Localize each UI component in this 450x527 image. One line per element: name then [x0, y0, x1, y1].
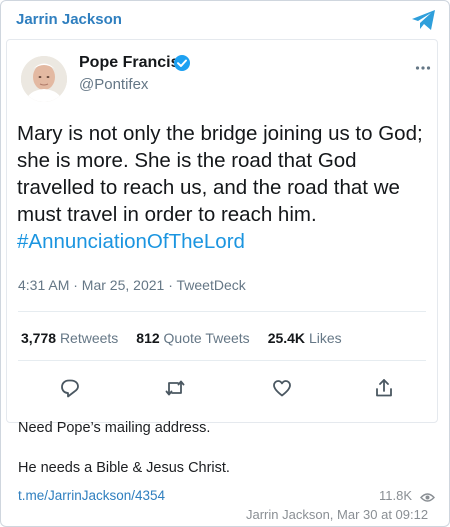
tweet-text: Mary is not only the bridge joining us t…: [17, 120, 429, 255]
quotes-label: Quote Tweets: [163, 330, 250, 346]
post-text-line-1: Need Pope’s mailing address.: [18, 420, 211, 436]
divider: [18, 311, 426, 312]
more-icon[interactable]: [415, 58, 431, 70]
tweet-stats: 3,778 Retweets 812 Quote Tweets 25.4K Like…: [21, 330, 342, 346]
verified-icon: [173, 54, 191, 72]
likes-count: 25.4K: [267, 330, 306, 346]
quotes-count: 812: [136, 330, 160, 346]
retweets-stat[interactable]: 3,778 Retweets: [21, 330, 118, 346]
divider: [18, 360, 426, 361]
post-link[interactable]: t.me/JarrinJackson/4354: [18, 488, 165, 503]
retweets-label: Retweets: [59, 330, 119, 346]
author-handle[interactable]: @Pontifex: [79, 76, 148, 93]
tweet-body: Mary is not only the bridge joining us t…: [17, 122, 423, 226]
telegram-icon[interactable]: [411, 9, 437, 31]
tweet-timestamp[interactable]: 4:31 AM · Mar 25, 2021 · TweetDeck: [18, 277, 246, 293]
views-count: 11.8K: [379, 488, 413, 503]
retweet-icon[interactable]: [164, 377, 186, 399]
avatar[interactable]: [21, 56, 67, 102]
likes-label: Likes: [308, 330, 342, 346]
retweets-count: 3,778: [21, 330, 57, 346]
telegram-post: Jarrin Jackson Pope Francis @Pontifex Ma…: [0, 0, 450, 527]
likes-stat[interactable]: 25.4K Likes: [268, 330, 342, 346]
post-text-line-2: He needs a Bible & Jesus Christ.: [18, 460, 230, 476]
like-icon[interactable]: [271, 377, 293, 399]
reply-icon[interactable]: [59, 377, 81, 399]
quotes-stat[interactable]: 812 Quote Tweets: [136, 330, 249, 346]
hashtag-link[interactable]: #AnnunciationOfTheLord: [17, 230, 245, 253]
channel-name[interactable]: Jarrin Jackson: [16, 11, 122, 28]
embedded-tweet[interactable]: Pope Francis @Pontifex Mary is not only …: [6, 39, 438, 423]
eye-icon: [420, 490, 435, 502]
author-name[interactable]: Pope Francis: [79, 54, 179, 72]
share-icon[interactable]: [373, 377, 395, 399]
post-author-date: Jarrin Jackson, Mar 30 at 09:12: [246, 507, 429, 522]
